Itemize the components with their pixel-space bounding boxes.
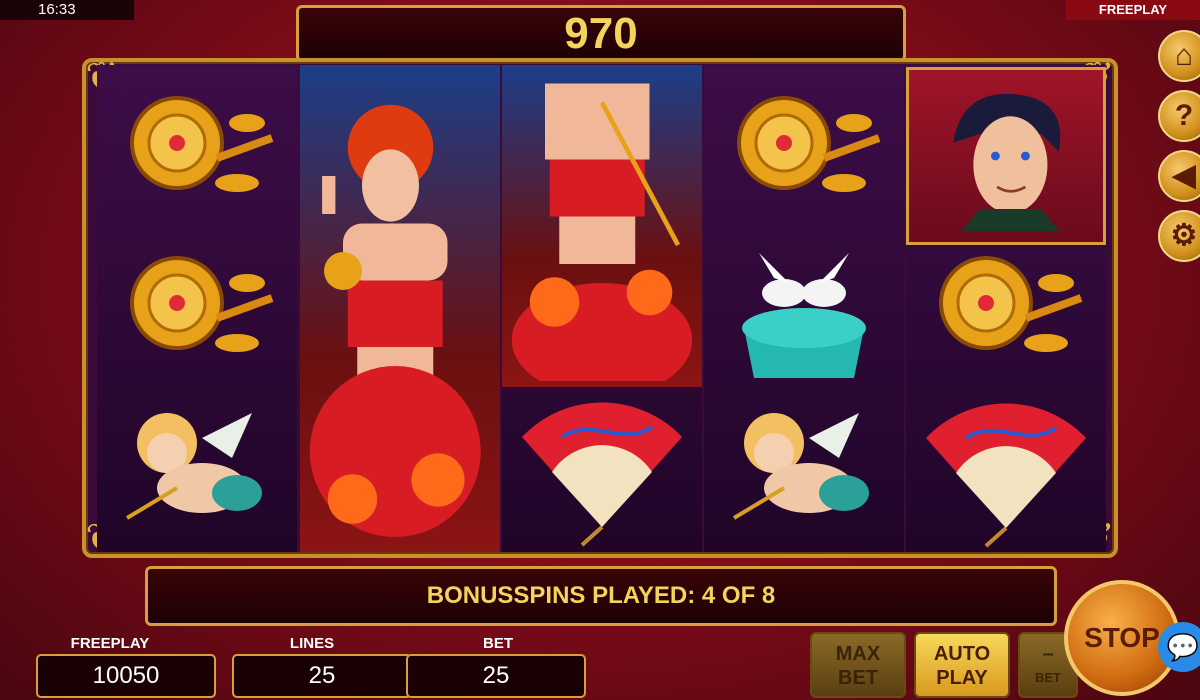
symbol-rose (97, 233, 297, 393)
symbol-lady (300, 65, 500, 552)
auto-play-button[interactable]: AUTO PLAY (914, 632, 1010, 698)
bet-minus-label: BET (1035, 670, 1061, 685)
home-button[interactable]: ⌂ (1158, 30, 1200, 82)
home-icon: ⌂ (1174, 39, 1194, 72)
max-bet-line2: BET (838, 667, 878, 689)
bonus-spins-info: BONUSSPINS PLAYED: 4 OF 8 (145, 566, 1057, 626)
help-button[interactable]: ? (1158, 90, 1200, 142)
symbol-rose (906, 233, 1106, 393)
reel-4 (704, 65, 904, 552)
lines-value: 25 (232, 654, 412, 698)
reel-3 (502, 65, 702, 552)
symbol-cupid (97, 393, 297, 553)
balance-value: 10050 (36, 654, 216, 698)
auto-play-line1: AUTO (933, 643, 991, 665)
settings-button[interactable]: ⚙ (1158, 210, 1200, 262)
lines-label: LINES (289, 635, 335, 652)
reel-1 (97, 65, 297, 552)
bet-value: 25 (406, 654, 586, 698)
settings-icon: ⚙ (1170, 219, 1198, 252)
chat-icon: 💬 (1166, 632, 1200, 662)
symbol-man (906, 67, 1106, 245)
reel-2 (300, 65, 500, 552)
symbol-fan (906, 393, 1106, 553)
max-bet-line1: MAX (835, 643, 881, 665)
chat-button[interactable]: 💬 (1158, 622, 1200, 672)
balance-label: FREEPLAY (70, 635, 150, 652)
clock: 16:33 (0, 0, 134, 20)
symbol-fan (502, 392, 702, 552)
bet-label: BET (483, 635, 513, 652)
mode-label: FREEPLAY (1066, 0, 1200, 20)
symbol-cupid (704, 393, 904, 553)
symbol-rose (97, 73, 297, 233)
win-display: 970 (296, 5, 906, 62)
max-bet-button[interactable]: MAX BET (810, 632, 906, 698)
help-icon: ? (1174, 99, 1194, 132)
symbol-lady (502, 65, 702, 387)
sound-icon: ◀ (1172, 159, 1196, 192)
reel-5 (906, 65, 1106, 552)
sound-button[interactable]: ◀ (1158, 150, 1200, 202)
auto-play-line2: PLAY (936, 667, 988, 689)
symbol-dove-box (704, 233, 904, 393)
symbol-rose (704, 73, 904, 233)
